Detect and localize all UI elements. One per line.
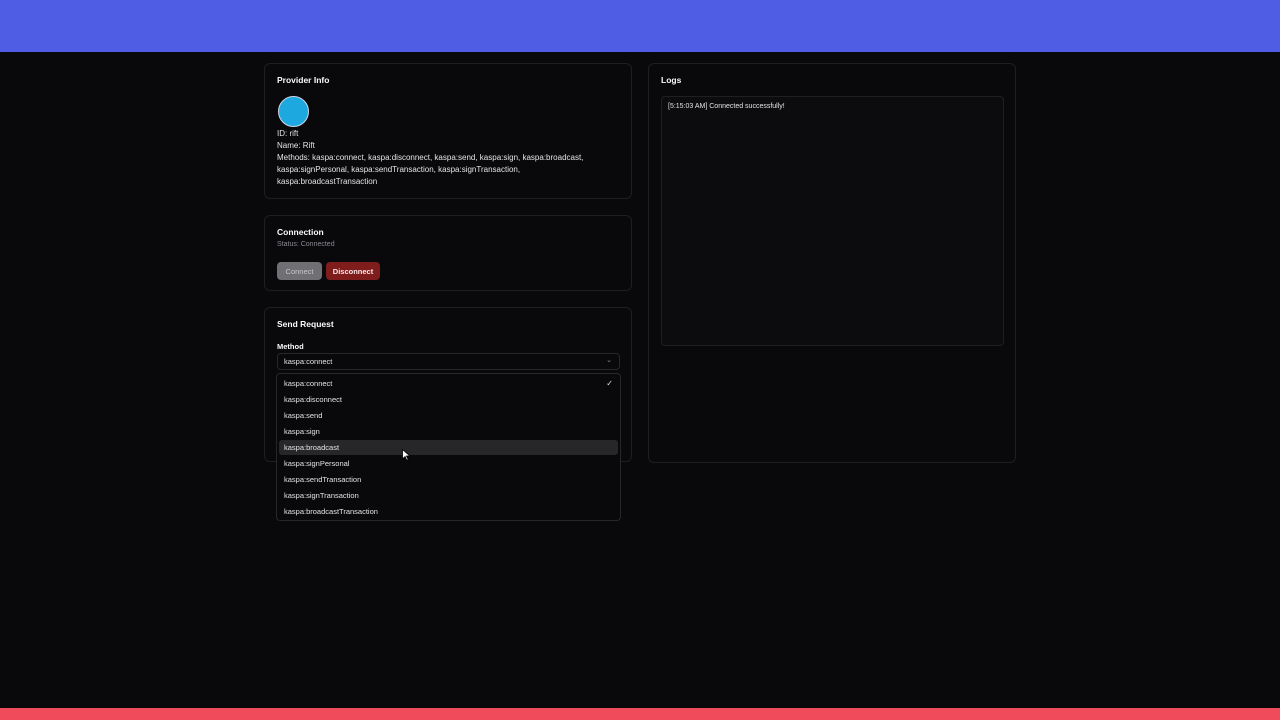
top-banner <box>0 0 1280 52</box>
method-option-signPersonal[interactable]: kaspa:signPersonal <box>279 456 618 471</box>
option-label: kaspa:broadcast <box>284 443 340 452</box>
option-label: kaspa:sign <box>284 427 320 436</box>
provider-info-title: Provider Info <box>277 75 330 85</box>
provider-name: Name: Rift <box>277 141 315 150</box>
method-option-disconnect[interactable]: kaspa:disconnect <box>279 392 618 407</box>
mouse-cursor-icon <box>402 449 411 461</box>
connection-title: Connection <box>277 227 324 237</box>
bottom-banner <box>0 708 1280 720</box>
disconnect-button[interactable]: Disconnect <box>326 262 380 280</box>
option-label: kaspa:send <box>284 411 323 420</box>
option-label: kaspa:sendTransaction <box>284 475 362 484</box>
method-option-send[interactable]: kaspa:send <box>279 408 618 423</box>
log-entry: [5:15:03 AM] Connected successfully! <box>668 103 785 110</box>
method-select-value: kaspa:connect <box>284 357 333 366</box>
method-select[interactable]: kaspa:connect ⌄ <box>277 353 620 370</box>
logs-title: Logs <box>661 75 682 85</box>
option-label: kaspa:signTransaction <box>284 491 359 500</box>
logs-card: Logs [5:15:03 AM] Connected successfully… <box>648 63 1016 463</box>
log-output[interactable]: [5:15:03 AM] Connected successfully! <box>661 96 1004 346</box>
provider-info-card: Provider Info ID: rift Name: Rift Method… <box>264 63 632 199</box>
chevron-down-icon: ⌄ <box>606 357 612 364</box>
send-request-title: Send Request <box>277 319 334 329</box>
method-option-sendTransaction[interactable]: kaspa:sendTransaction <box>279 472 618 487</box>
method-option-sign[interactable]: kaspa:sign <box>279 424 618 439</box>
method-label: Method <box>277 342 304 351</box>
method-option-broadcastTransaction[interactable]: kaspa:broadcastTransaction <box>279 504 618 519</box>
option-label: kaspa:connect <box>284 379 333 388</box>
connect-button[interactable]: Connect <box>277 262 322 280</box>
check-icon: ✓ <box>606 379 613 388</box>
provider-avatar <box>278 96 309 127</box>
connection-card: Connection Status: Connected Connect Dis… <box>264 215 632 291</box>
option-label: kaspa:broadcastTransaction <box>284 507 378 516</box>
method-dropdown: kaspa:connect ✓ kaspa:disconnect kaspa:s… <box>276 373 621 521</box>
connection-status: Status: Connected <box>277 241 335 248</box>
method-option-broadcast[interactable]: kaspa:broadcast <box>279 440 618 455</box>
method-option-connect[interactable]: kaspa:connect ✓ <box>279 376 618 391</box>
option-label: kaspa:disconnect <box>284 395 342 404</box>
provider-id: ID: rift <box>277 129 299 138</box>
provider-methods: Methods: kaspa:connect, kaspa:disconnect… <box>277 153 584 186</box>
option-label: kaspa:signPersonal <box>284 459 350 468</box>
method-option-signTransaction[interactable]: kaspa:signTransaction <box>279 488 618 503</box>
